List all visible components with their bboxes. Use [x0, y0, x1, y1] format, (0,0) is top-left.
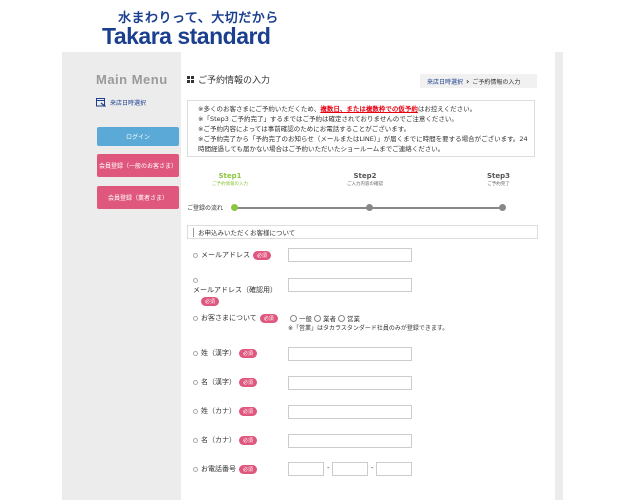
required-badge: 必須 [239, 435, 258, 445]
notice-box: ※多くのお客さまにご予約いただくため、複数日、または複数枠での仮予約はお控えくだ… [187, 100, 535, 157]
first-kana-label: 名（カナ） 必須 [193, 435, 258, 445]
register-business-button[interactable]: 会員登録（業者さま） [97, 186, 179, 209]
notice-line-1: ※多くのお客さまにご予約いただくため、複数日、または複数枠での仮予約はお控えくだ… [198, 104, 534, 114]
bullet-icon [193, 466, 198, 472]
page-title-text: ご予約情報の入力 [198, 76, 271, 86]
email-confirm-label: メールアドレス（確認用） 必須 [193, 278, 283, 306]
step-3-dot [499, 204, 506, 211]
bullet-icon [193, 252, 198, 258]
phone-field-2[interactable] [332, 462, 368, 476]
required-badge: 必須 [239, 377, 258, 387]
bullet-icon [193, 379, 198, 385]
chevron-right-icon: › [466, 76, 470, 86]
radio-label: 一般 [299, 315, 312, 323]
label-text: メールアドレス [201, 251, 250, 259]
step-sublabel: ご予約完了 [487, 182, 510, 187]
first-kanji-label: 名（漢字） 必須 [193, 377, 258, 387]
main-menu-title: Main Menu [96, 72, 168, 87]
phone-separator: - [371, 464, 374, 472]
last-name-kanji-field[interactable] [288, 347, 412, 361]
step-label: Step3 [487, 172, 511, 180]
phone-label: お電話番号 必須 [193, 464, 258, 474]
logo[interactable]: Takara standard [102, 23, 271, 50]
notice-line-4: ※ご予約完了から「予約完了のお知らせ（メールまたはLINE）」が届くまでに時間を… [198, 135, 528, 153]
sidebar-item-label: 来店日時選択 [110, 99, 147, 107]
section-heading: お申込みいただくお客様について [187, 225, 538, 239]
step-label: Step2 [353, 172, 377, 180]
label-text: お電話番号 [201, 465, 236, 473]
required-badge: 必須 [239, 464, 258, 474]
login-button[interactable]: ログイン [97, 127, 179, 146]
customer-type-note: ※「営業」はタカラスタンダード社員のみが登録できます。 [288, 325, 449, 332]
label-text: 姓（カナ） [201, 407, 236, 415]
breadcrumb-current: ご予約情報の入力 [472, 78, 521, 86]
email-label: メールアドレス 必須 [193, 250, 272, 260]
notice-text: ※多くのお客さまにご予約いただくため、 [198, 105, 321, 113]
last-kana-label: 姓（カナ） 必須 [193, 406, 258, 416]
radio-general[interactable] [290, 314, 297, 322]
step-sublabel: ご入力内容の確認 [347, 182, 383, 187]
flow-label: ご登録の流れ [187, 205, 224, 212]
phone-field-3[interactable] [376, 462, 412, 476]
phone-separator: - [327, 464, 330, 472]
label-text: 名（漢字） [201, 378, 236, 386]
required-badge: 必須 [253, 250, 272, 260]
bullet-icon [193, 408, 198, 414]
radio-label: 業者 [323, 315, 336, 323]
required-badge: 必須 [239, 406, 258, 416]
page-title: ご予約情報の入力 [187, 73, 270, 86]
required-badge: 必須 [201, 297, 220, 306]
label-text: 名（カナ） [201, 436, 236, 444]
step-2-dot [366, 204, 373, 211]
calendar-icon [96, 97, 106, 107]
step-label: Step1 [218, 172, 242, 180]
step-progress: Step1 ご予約情報の入力 Step2 ご入力内容の確認 Step3 ご予約完了 ご… [187, 172, 537, 222]
breadcrumb: 来店日時選択 › ご予約情報の入力 [420, 74, 537, 88]
bullet-icon [193, 437, 198, 443]
grid-icon [187, 76, 194, 83]
radio-business[interactable] [314, 314, 321, 322]
first-name-kana-field[interactable] [288, 434, 412, 448]
notice-text: はお控えください。 [417, 105, 477, 113]
customer-type-radios: 一般 業者 営業 [290, 313, 360, 323]
email-confirm-field[interactable] [288, 278, 412, 292]
site-header: 水まわりって、大切だから Takara standard [0, 0, 625, 52]
label-text: メールアドレス（確認用） [193, 286, 277, 294]
radio-sales[interactable] [338, 314, 345, 322]
last-name-kana-field[interactable] [288, 405, 412, 419]
step-2: Step2 ご入力内容の確認 [347, 172, 383, 187]
required-badge: 必須 [239, 348, 258, 358]
label-text: 姓（漢字） [201, 349, 236, 357]
breadcrumb-link[interactable]: 来店日時選択 [427, 77, 463, 86]
required-badge: 必須 [259, 313, 278, 323]
sidebar-item-store-select[interactable]: 来店日時選択 [96, 97, 146, 107]
bullet-icon [193, 350, 198, 356]
step-sublabel: ご予約情報の入力 [212, 182, 248, 187]
first-name-kanji-field[interactable] [288, 376, 412, 390]
register-general-button[interactable]: 会員登録（一般のお客さま） [97, 154, 179, 177]
step-1: Step1 ご予約情報の入力 [212, 172, 248, 187]
last-kanji-label: 姓（漢字） 必須 [193, 348, 258, 358]
bullet-icon [193, 278, 198, 283]
bullet-icon [193, 315, 198, 321]
step-3: Step3 ご予約完了 [487, 172, 510, 187]
email-field[interactable] [288, 248, 412, 262]
radio-label: 営業 [347, 315, 360, 323]
phone-field-1[interactable] [288, 462, 324, 476]
step-1-dot [231, 204, 238, 211]
customer-type-label: お客さまについて 必須 [193, 313, 278, 323]
notice-warning: 複数日、または複数枠での仮予約 [320, 105, 418, 113]
label-text: お客さまについて [201, 314, 257, 322]
notice-line-3: ※ご予約内容によっては事前確認のためにお電話することがございます。 [198, 125, 411, 133]
notice-line-2: ※「Step3 ご予約完了」するまではご予約は確定されておりませんのでご注意くだ… [198, 115, 458, 123]
